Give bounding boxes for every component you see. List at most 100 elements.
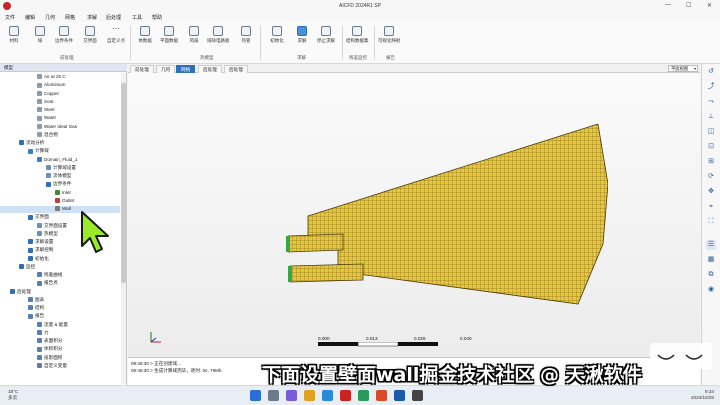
tree-item[interactable]: 监控 bbox=[0, 264, 120, 271]
app-icon[interactable] bbox=[394, 390, 405, 401]
search-icon[interactable] bbox=[268, 390, 279, 401]
tree-item[interactable]: Water bbox=[0, 115, 120, 122]
boundary-condition-button[interactable]: 边界条件 bbox=[53, 24, 75, 52]
solve-button[interactable]: 求解 bbox=[291, 24, 313, 52]
tree-item[interactable]: 混合物 bbox=[0, 132, 120, 139]
tree-item[interactable]: 流量 & 能量 bbox=[0, 322, 120, 329]
expand-toggle-icon[interactable] bbox=[31, 281, 35, 285]
3d-viewport[interactable]: 前处理 几何 网格 后处理 后处理 平面视图 ▾ 0.000 0.013 0.0… bbox=[128, 64, 700, 357]
expand-toggle-icon[interactable] bbox=[22, 215, 26, 219]
expand-toggle-icon[interactable] bbox=[31, 347, 35, 351]
tree-item[interactable]: 体积积分 bbox=[0, 346, 120, 353]
axis-y-icon[interactable]: ⤳ bbox=[706, 97, 716, 107]
expand-toggle-icon[interactable] bbox=[22, 240, 26, 244]
expand-toggle-icon[interactable] bbox=[22, 248, 26, 252]
tab-preprocess[interactable]: 前处理 bbox=[130, 65, 154, 73]
expand-toggle-icon[interactable] bbox=[40, 166, 44, 170]
tab-postprocess-a[interactable]: 后处理 bbox=[198, 65, 222, 73]
view-selector[interactable]: 平面视图 ▾ bbox=[668, 65, 698, 72]
expand-toggle-icon[interactable] bbox=[31, 331, 35, 335]
tree-item[interactable]: Inlet bbox=[0, 190, 120, 197]
app-icon[interactable] bbox=[412, 390, 423, 401]
select-icon[interactable]: ⌖ bbox=[706, 202, 716, 212]
weather-widget[interactable]: 18°C 多云 bbox=[8, 389, 18, 401]
tree-item[interactable]: 流体模型 bbox=[0, 173, 120, 180]
initialize-button[interactable]: 初始化 bbox=[266, 24, 288, 52]
clock[interactable]: 9:34 2024/10/25 bbox=[672, 389, 714, 401]
app-aicfd-icon[interactable] bbox=[340, 390, 351, 401]
heat-pipe-button[interactable]: 热管 bbox=[235, 24, 257, 52]
expand-toggle-icon[interactable] bbox=[31, 223, 35, 227]
expand-toggle-icon[interactable] bbox=[31, 108, 35, 112]
custom-point-button[interactable]: ··· 自定义点 bbox=[105, 24, 127, 52]
menu-solve[interactable]: 求解 bbox=[87, 14, 97, 21]
axis-x-icon[interactable]: ⤴ bbox=[706, 82, 716, 92]
zoom-fit-icon[interactable]: ⊡ bbox=[706, 142, 716, 152]
expand-toggle-icon[interactable] bbox=[31, 232, 35, 236]
tree-item[interactable]: 计算域设置 bbox=[0, 165, 120, 172]
expand-toggle-icon[interactable] bbox=[22, 149, 26, 153]
show-surface-icon[interactable]: ▦ bbox=[706, 255, 716, 265]
close-button[interactable]: ✕ bbox=[707, 2, 712, 9]
tree-scrollbar[interactable] bbox=[121, 73, 126, 384]
stop-solve-button[interactable]: 停止求解 bbox=[315, 24, 337, 52]
tree-item[interactable]: Water Ideal Gas bbox=[0, 124, 120, 131]
tree-item[interactable]: 投影面积 bbox=[0, 355, 120, 362]
expand-toggle-icon[interactable] bbox=[13, 141, 17, 145]
app-icon[interactable] bbox=[358, 390, 369, 401]
expand-toggle-icon[interactable] bbox=[31, 157, 35, 161]
app-icon[interactable] bbox=[376, 390, 387, 401]
pcb-button[interactable]: 排除电路板 bbox=[207, 24, 230, 52]
tree-item[interactable]: Aluminium bbox=[0, 82, 120, 89]
tree-item[interactable]: Steel bbox=[0, 107, 120, 114]
tree-item[interactable]: 边界条件 bbox=[0, 181, 120, 188]
tree-item[interactable]: Air at 25 C bbox=[0, 74, 120, 81]
axis-z-icon[interactable]: ⟂ bbox=[706, 112, 716, 122]
menu-geometry[interactable]: 几何 bbox=[45, 14, 55, 21]
show-mesh-icon[interactable]: ☰ bbox=[706, 240, 716, 250]
tab-postprocess-b[interactable]: 后处理 bbox=[224, 65, 248, 73]
menu-help[interactable]: 帮助 bbox=[152, 14, 162, 21]
structured-dataset-button[interactable]: 结构数据集 bbox=[346, 24, 369, 52]
expand-toggle-icon[interactable] bbox=[31, 133, 35, 137]
menu-file[interactable]: 文件 bbox=[5, 14, 15, 21]
maximize-button[interactable]: ☐ bbox=[686, 2, 691, 9]
tree-item[interactable]: 报告点 bbox=[0, 280, 120, 287]
menu-tools[interactable]: 工具 bbox=[132, 14, 142, 21]
menu-postprocess[interactable]: 后处理 bbox=[106, 14, 121, 21]
expand-toggle-icon[interactable] bbox=[4, 289, 8, 293]
visual-mapping-button[interactable]: 可视化映射 bbox=[378, 24, 401, 52]
expand-toggle-icon[interactable] bbox=[31, 91, 35, 95]
reset-view-icon[interactable]: ↺ bbox=[706, 67, 716, 77]
mesh-model[interactable] bbox=[268, 124, 608, 354]
expand-toggle-icon[interactable] bbox=[31, 322, 35, 326]
tree-item[interactable]: 残差曲线 bbox=[0, 272, 120, 279]
tree-item[interactable]: 结构 bbox=[0, 305, 120, 312]
tree-item[interactable]: 图表 bbox=[0, 297, 120, 304]
fit-all-icon[interactable]: ⛶ bbox=[706, 217, 716, 227]
tree-item[interactable]: 后处理 bbox=[0, 289, 120, 296]
taskview-icon[interactable] bbox=[286, 390, 297, 401]
domain-button[interactable]: 域 bbox=[29, 24, 51, 52]
pan-icon[interactable]: ✥ bbox=[706, 187, 716, 197]
expand-toggle-icon[interactable] bbox=[31, 124, 35, 128]
fan-button[interactable]: 风扇 bbox=[183, 24, 205, 52]
zoom-area-icon[interactable]: ⊞ bbox=[706, 157, 716, 167]
expand-toggle-icon[interactable] bbox=[40, 174, 44, 178]
tree-item[interactable]: 表面积分 bbox=[0, 338, 120, 345]
menu-edit[interactable]: 编辑 bbox=[25, 14, 35, 21]
screenshot-icon[interactable]: ⧉ bbox=[706, 270, 716, 280]
expand-toggle-icon[interactable] bbox=[22, 306, 26, 310]
expand-toggle-icon[interactable] bbox=[31, 83, 35, 87]
tree-item[interactable]: Copper bbox=[0, 91, 120, 98]
browser-icon[interactable] bbox=[322, 390, 333, 401]
tree-item[interactable]: 计算域 bbox=[0, 148, 120, 155]
expand-toggle-icon[interactable] bbox=[31, 355, 35, 359]
expand-toggle-icon[interactable] bbox=[31, 100, 35, 104]
material-button[interactable]: 材料 bbox=[3, 24, 25, 52]
tree-item[interactable]: 流动分析 bbox=[0, 140, 120, 147]
expand-toggle-icon[interactable] bbox=[31, 339, 35, 343]
tree-item[interactable]: 自定义变量 bbox=[0, 363, 120, 370]
iso-view-icon[interactable]: ◫ bbox=[706, 127, 716, 137]
tree-item[interactable]: Domain_Fluid_1 bbox=[0, 157, 120, 164]
